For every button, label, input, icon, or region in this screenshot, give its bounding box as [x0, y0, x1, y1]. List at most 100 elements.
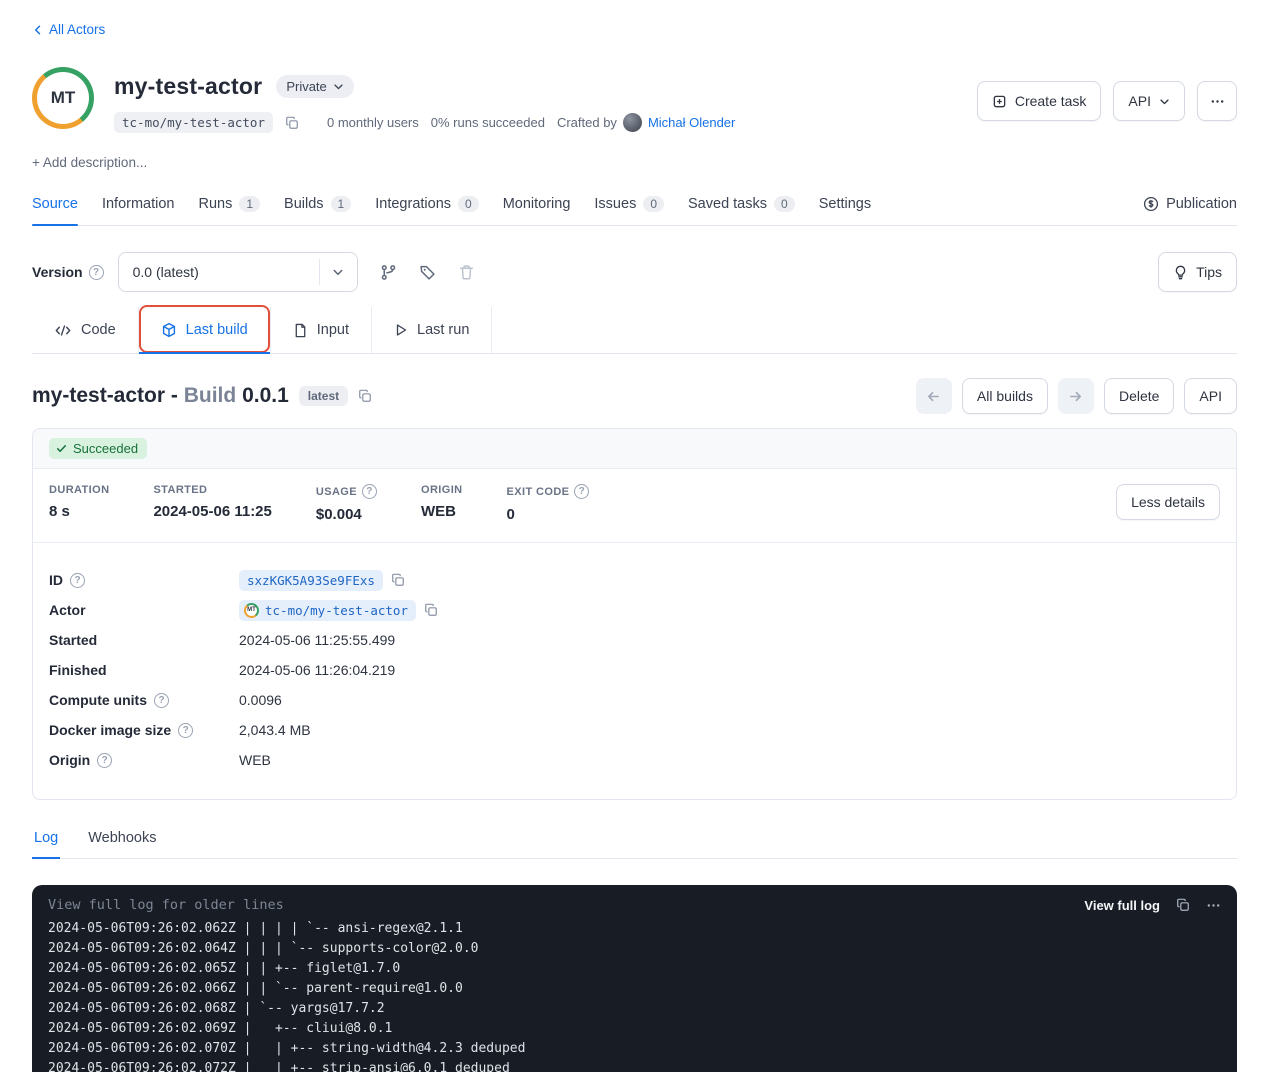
detail-row-compute-units: Compute units? 0.0096	[49, 685, 1220, 715]
detail-row-started: Started 2024-05-06 11:25:55.499	[49, 625, 1220, 655]
author-avatar	[623, 113, 642, 132]
arrow-left-icon	[926, 389, 941, 404]
detail-row-finished: Finished 2024-05-06 11:26:04.219	[49, 655, 1220, 685]
help-icon[interactable]: ?	[89, 265, 104, 280]
copy-actor-button[interactable]	[424, 603, 438, 617]
author-link[interactable]: Michał Olender	[648, 115, 735, 130]
tab-monitoring[interactable]: Monitoring	[503, 188, 571, 225]
runs-succeeded-text: 0% runs succeeded	[431, 115, 545, 130]
subtab-last-run[interactable]: Last run	[372, 307, 492, 353]
tab-count-badge: 0	[458, 196, 479, 212]
tab-count-badge: 1	[331, 196, 352, 212]
view-full-log-button[interactable]: View full log	[1084, 898, 1160, 913]
detail-row-origin: Origin? WEB	[49, 745, 1220, 775]
stat-origin: ORIGIN WEB	[421, 484, 463, 520]
actor-link-pill[interactable]: MT tc-mo/my-test-actor	[239, 600, 416, 621]
help-icon[interactable]: ?	[97, 753, 112, 768]
subtab-code[interactable]: Code	[32, 307, 139, 353]
log-line: 2024-05-06T09:26:02.072Z | | +-- strip-a…	[48, 1059, 1221, 1072]
ellipsis-icon	[1210, 94, 1225, 109]
copy-handle-button[interactable]	[285, 116, 299, 130]
tab-runs[interactable]: Runs1	[199, 188, 261, 225]
breadcrumb-back-link[interactable]: All Actors	[32, 22, 105, 37]
api-build-button[interactable]: API	[1184, 378, 1237, 414]
tab-webhooks[interactable]: Webhooks	[86, 824, 158, 858]
log-line: 2024-05-06T09:26:02.068Z | `-- yargs@17.…	[48, 999, 1221, 1019]
lightbulb-icon	[1173, 265, 1188, 280]
chevron-down-icon	[319, 259, 357, 285]
next-build-button[interactable]	[1058, 378, 1094, 414]
tab-saved-tasks[interactable]: Saved tasks0	[688, 188, 795, 225]
visibility-badge[interactable]: Private	[276, 75, 353, 98]
subtab-last-build[interactable]: Last build	[139, 307, 271, 353]
log-line: 2024-05-06T09:26:02.064Z | | | `-- suppo…	[48, 939, 1221, 959]
tab-source[interactable]: Source	[32, 188, 78, 225]
tab-log[interactable]: Log	[32, 824, 60, 858]
stat-duration: DURATION 8 s	[49, 484, 109, 520]
tab-integrations[interactable]: Integrations0	[375, 188, 478, 225]
version-select-value: 0.0 (latest)	[119, 264, 319, 280]
copy-log-button[interactable]	[1176, 898, 1190, 912]
publication-button[interactable]: Publication	[1143, 188, 1237, 225]
latest-badge: latest	[299, 386, 348, 406]
log-line: 2024-05-06T09:26:02.065Z | | +-- figlet@…	[48, 959, 1221, 979]
build-card: Succeeded DURATION 8 s STARTED 2024-05-0…	[32, 428, 1237, 800]
version-select[interactable]: 0.0 (latest)	[118, 252, 358, 292]
actor-avatar: MT	[32, 67, 94, 129]
actor-handle-pill[interactable]: tc-mo/my-test-actor	[114, 112, 273, 133]
create-task-button[interactable]: Create task	[977, 81, 1102, 121]
detail-row-id: ID? sxzKGK5A93Se9FExs	[49, 565, 1220, 595]
chevron-down-icon	[1159, 96, 1170, 107]
tab-issues[interactable]: Issues0	[594, 188, 664, 225]
tab-settings[interactable]: Settings	[819, 188, 871, 225]
tag-icon[interactable]	[419, 264, 436, 281]
version-bar: Version ? 0.0 (latest) Tips	[32, 252, 1237, 292]
log-line: 2024-05-06T09:26:02.069Z | +-- cliui@8.0…	[48, 1019, 1221, 1039]
delete-button[interactable]: Delete	[1104, 378, 1174, 414]
chevron-down-icon	[333, 81, 344, 92]
dollar-circle-icon	[1143, 196, 1159, 212]
view-older-lines-button[interactable]: View full log for older lines	[48, 897, 284, 913]
code-icon	[54, 324, 72, 337]
help-icon[interactable]: ?	[362, 484, 377, 499]
tab-information[interactable]: Information	[102, 188, 175, 225]
api-button[interactable]: API	[1113, 81, 1185, 121]
add-description-link[interactable]: + Add description...	[32, 155, 147, 170]
more-button[interactable]	[1197, 81, 1237, 121]
check-icon	[56, 443, 67, 454]
copy-build-button[interactable]	[358, 389, 372, 403]
stat-exit-code: EXIT CODE? 0	[507, 484, 590, 523]
actor-mini-avatar: MT	[244, 603, 259, 618]
help-icon[interactable]: ?	[178, 723, 193, 738]
build-log-terminal: View full log for older lines View full …	[32, 885, 1237, 1072]
help-icon[interactable]: ?	[574, 484, 589, 499]
package-icon	[161, 322, 177, 338]
prev-build-button[interactable]	[916, 378, 952, 414]
less-details-button[interactable]: Less details	[1116, 484, 1220, 520]
build-id-pill[interactable]: sxzKGK5A93Se9FExs	[239, 570, 383, 591]
arrow-right-icon	[1068, 389, 1083, 404]
log-line: 2024-05-06T09:26:02.070Z | | +-- string-…	[48, 1039, 1221, 1059]
version-label: Version	[32, 264, 83, 280]
log-more-button[interactable]	[1206, 898, 1221, 913]
tab-count-badge: 1	[239, 196, 260, 212]
subtab-input[interactable]: Input	[271, 307, 372, 353]
build-header: my-test-actor - Build 0.0.1 latest All b…	[32, 378, 1237, 414]
branch-icon[interactable]	[380, 264, 397, 281]
help-icon[interactable]: ?	[154, 693, 169, 708]
log-line: 2024-05-06T09:26:02.062Z | | | | `-- ans…	[48, 919, 1221, 939]
play-icon	[394, 323, 408, 337]
crafted-by-label: Crafted by	[557, 115, 617, 130]
tab-count-badge: 0	[774, 196, 795, 212]
copy-id-button[interactable]	[391, 573, 405, 587]
main-tabs: Source Information Runs1 Builds1 Integra…	[32, 188, 1237, 226]
task-icon	[992, 94, 1007, 109]
log-tabs: Log Webhooks	[32, 824, 1237, 859]
all-builds-button[interactable]: All builds	[962, 378, 1048, 414]
actor-header: MT my-test-actor Private tc-mo/my-test-a…	[32, 67, 1237, 133]
tab-builds[interactable]: Builds1	[284, 188, 351, 225]
stat-started: STARTED 2024-05-06 11:25	[153, 484, 271, 520]
help-icon[interactable]: ?	[70, 573, 85, 588]
page: All Actors MT my-test-actor Private tc-m…	[0, 0, 1269, 1072]
tips-button[interactable]: Tips	[1158, 252, 1237, 292]
